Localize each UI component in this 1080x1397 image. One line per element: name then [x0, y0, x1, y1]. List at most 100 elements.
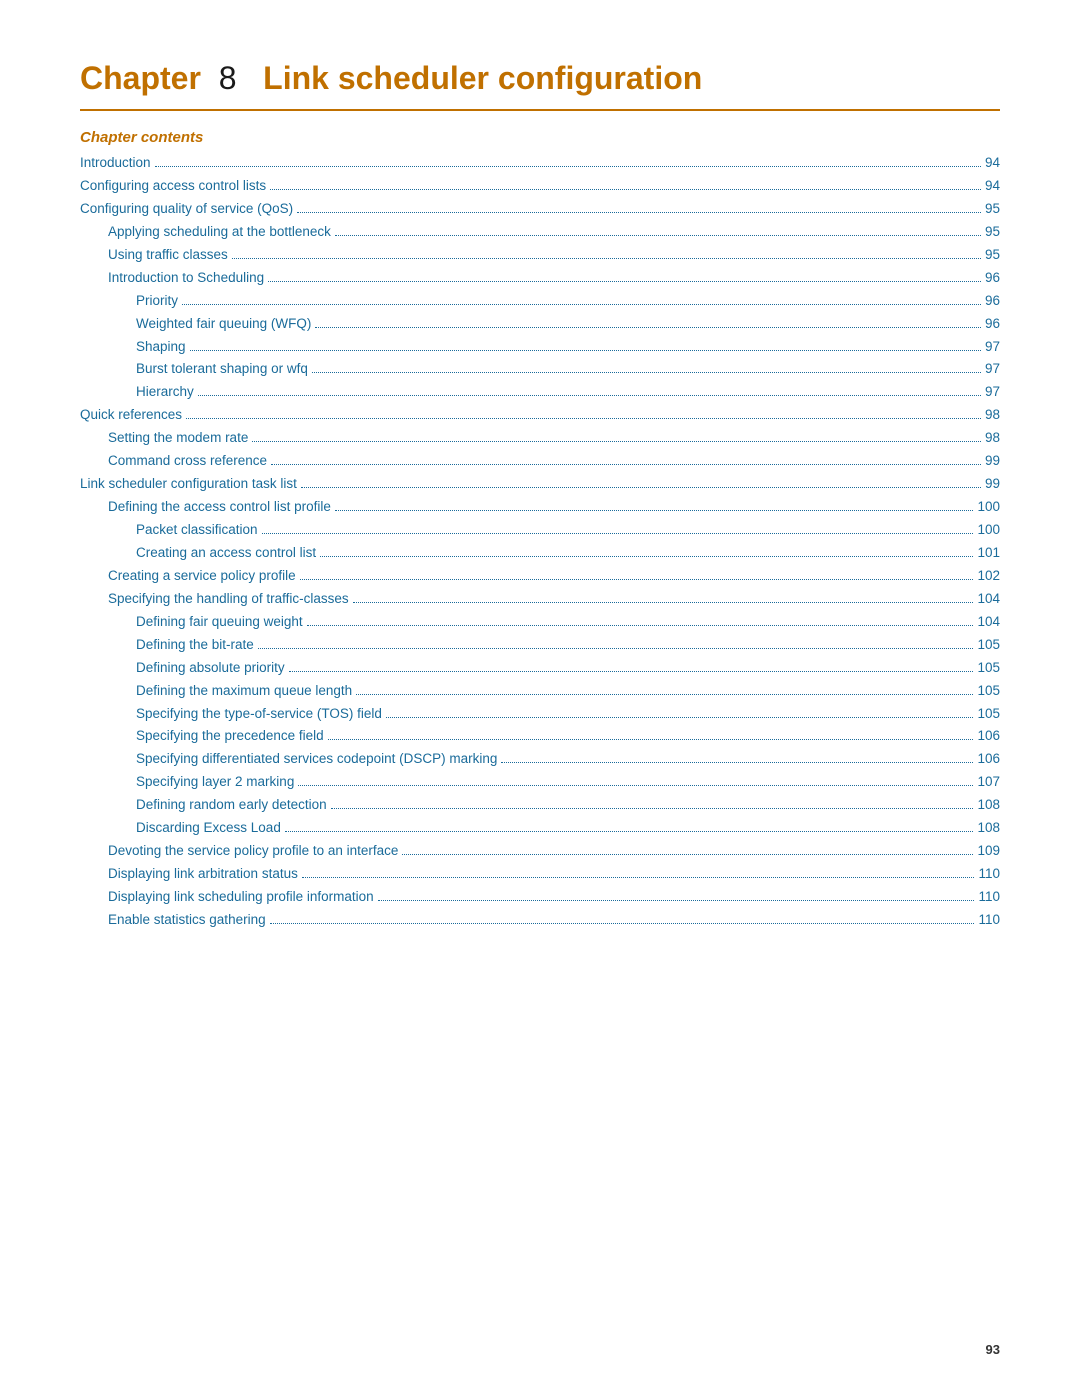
- toc-page-number: 96: [985, 267, 1000, 290]
- toc-item[interactable]: Displaying link arbitration status110: [80, 863, 1000, 886]
- toc-dots: [353, 602, 974, 603]
- toc-item[interactable]: Packet classification100: [80, 519, 1000, 542]
- toc-item[interactable]: Specifying the precedence field106: [80, 725, 1000, 748]
- toc-page-number: 102: [977, 565, 1000, 588]
- toc-item[interactable]: Enable statistics gathering 110: [80, 909, 1000, 932]
- toc-item[interactable]: Applying scheduling at the bottleneck 95: [80, 221, 1000, 244]
- toc-item-text: Defining random early detection: [136, 794, 327, 817]
- chapter-header: Chapter 8 Link scheduler configuration: [80, 60, 1000, 111]
- toc-item[interactable]: Introduction94: [80, 152, 1000, 175]
- toc-page-number: 95: [985, 221, 1000, 244]
- toc-item[interactable]: Discarding Excess Load108: [80, 817, 1000, 840]
- toc-dots: [270, 189, 981, 190]
- table-of-contents: Chapter contents Introduction94Configuri…: [80, 129, 1000, 932]
- toc-item[interactable]: Specifying layer 2 marking107: [80, 771, 1000, 794]
- toc-list: Introduction94Configuring access control…: [80, 152, 1000, 932]
- toc-item-text: Hierarchy: [136, 381, 194, 404]
- toc-item-text: Defining the maximum queue length: [136, 680, 352, 703]
- toc-item[interactable]: Defining fair queuing weight 104: [80, 611, 1000, 634]
- toc-item-text: Specifying the handling of traffic-class…: [108, 588, 349, 611]
- toc-dots: [252, 441, 981, 442]
- toc-page-number: 101: [977, 542, 1000, 565]
- toc-dots: [315, 327, 981, 328]
- toc-item-text: Weighted fair queuing (WFQ): [136, 313, 311, 336]
- toc-item[interactable]: Creating an access control list101: [80, 542, 1000, 565]
- toc-page-number: 110: [978, 909, 1000, 932]
- toc-item[interactable]: Defining random early detection 108: [80, 794, 1000, 817]
- toc-dots: [335, 510, 974, 511]
- toc-dots: [182, 304, 981, 305]
- toc-item[interactable]: Defining the bit-rate105: [80, 634, 1000, 657]
- toc-item[interactable]: Specifying the handling of traffic-class…: [80, 588, 1000, 611]
- toc-item[interactable]: Priority96: [80, 290, 1000, 313]
- toc-item[interactable]: Command cross reference99: [80, 450, 1000, 473]
- toc-item[interactable]: Hierarchy 97: [80, 381, 1000, 404]
- toc-item-text: Using traffic classes: [108, 244, 228, 267]
- toc-page-number: 105: [977, 657, 1000, 680]
- toc-dots: [298, 785, 973, 786]
- toc-item-text: Displaying link arbitration status: [108, 863, 298, 886]
- toc-page-number: 95: [985, 244, 1000, 267]
- toc-dots: [289, 671, 974, 672]
- toc-item[interactable]: Shaping97: [80, 336, 1000, 359]
- toc-item[interactable]: Setting the modem rate98: [80, 427, 1000, 450]
- toc-item-text: Defining absolute priority: [136, 657, 285, 680]
- toc-page-number: 98: [985, 404, 1000, 427]
- toc-dots: [232, 258, 981, 259]
- toc-page-number: 95: [985, 198, 1000, 221]
- toc-item[interactable]: Link scheduler configuration task list 99: [80, 473, 1000, 496]
- toc-page-number: 108: [977, 794, 1000, 817]
- toc-item-text: Devoting the service policy profile to a…: [108, 840, 398, 863]
- toc-dots: [300, 579, 974, 580]
- toc-item[interactable]: Displaying link scheduling profile infor…: [80, 886, 1000, 909]
- toc-item[interactable]: Configuring quality of service (QoS) 95: [80, 198, 1000, 221]
- toc-page-number: 104: [977, 611, 1000, 634]
- toc-item[interactable]: Defining the access control list profile…: [80, 496, 1000, 519]
- toc-dots: [268, 281, 981, 282]
- toc-page-number: 109: [977, 840, 1000, 863]
- toc-item[interactable]: Weighted fair queuing (WFQ) 96: [80, 313, 1000, 336]
- toc-dots: [198, 395, 981, 396]
- toc-dots: [155, 166, 981, 167]
- toc-item-text: Defining the access control list profile: [108, 496, 331, 519]
- toc-page-number: 105: [977, 634, 1000, 657]
- toc-page-number: 97: [985, 336, 1000, 359]
- toc-item[interactable]: Burst tolerant shaping or wfq97: [80, 358, 1000, 381]
- toc-item[interactable]: Defining absolute priority 105: [80, 657, 1000, 680]
- toc-page-number: 106: [977, 748, 1000, 771]
- toc-item[interactable]: Quick references98: [80, 404, 1000, 427]
- toc-dots: [297, 212, 981, 213]
- toc-item-text: Link scheduler configuration task list: [80, 473, 297, 496]
- toc-page-number: 96: [985, 313, 1000, 336]
- toc-page-number: 105: [977, 703, 1000, 726]
- toc-page-number: 97: [985, 381, 1000, 404]
- toc-item-text: Defining fair queuing weight: [136, 611, 303, 634]
- toc-dots: [190, 350, 981, 351]
- toc-item[interactable]: Using traffic classes 95: [80, 244, 1000, 267]
- toc-item-text: Configuring quality of service (QoS): [80, 198, 293, 221]
- chapter-title-text: Link scheduler configuration: [263, 60, 702, 96]
- toc-item[interactable]: Defining the maximum queue length105: [80, 680, 1000, 703]
- toc-page-number: 94: [985, 175, 1000, 198]
- toc-item-text: Burst tolerant shaping or wfq: [136, 358, 308, 381]
- toc-item[interactable]: Configuring access control lists94: [80, 175, 1000, 198]
- toc-item[interactable]: Introduction to Scheduling96: [80, 267, 1000, 290]
- toc-item[interactable]: Specifying the type-of-service (TOS) fie…: [80, 703, 1000, 726]
- toc-item[interactable]: Specifying differentiated services codep…: [80, 748, 1000, 771]
- toc-dots: [302, 877, 975, 878]
- toc-dots: [262, 533, 974, 534]
- toc-item-text: Enable statistics gathering: [108, 909, 266, 932]
- toc-dots: [501, 762, 973, 763]
- page: Chapter 8 Link scheduler configuration C…: [0, 0, 1080, 1397]
- toc-page-number: 108: [977, 817, 1000, 840]
- toc-dots: [271, 464, 981, 465]
- toc-page-number: 94: [985, 152, 1000, 175]
- toc-item-text: Applying scheduling at the bottleneck: [108, 221, 331, 244]
- toc-item-text: Specifying layer 2 marking: [136, 771, 294, 794]
- toc-page-number: 96: [985, 290, 1000, 313]
- toc-item[interactable]: Devoting the service policy profile to a…: [80, 840, 1000, 863]
- toc-page-number: 99: [985, 473, 1000, 496]
- toc-dots: [307, 625, 974, 626]
- toc-item-text: Creating a service policy profile: [108, 565, 296, 588]
- toc-item[interactable]: Creating a service policy profile 102: [80, 565, 1000, 588]
